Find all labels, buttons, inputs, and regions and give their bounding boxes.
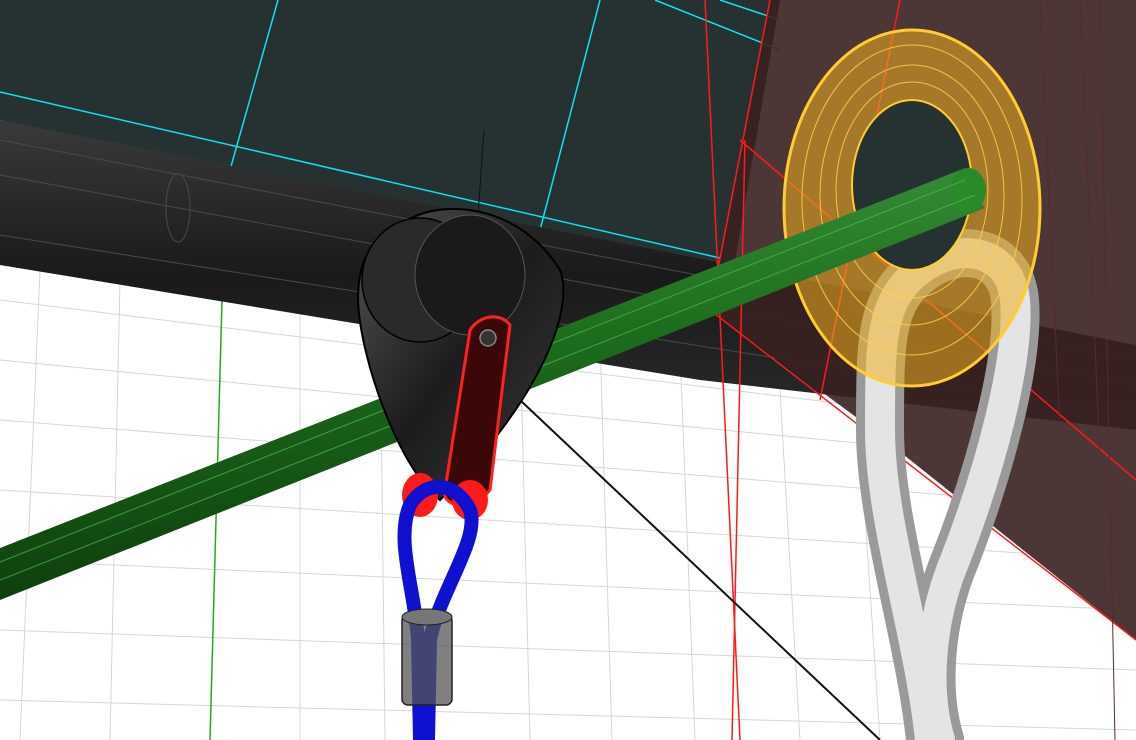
viewport-canvas[interactable]	[0, 0, 1136, 740]
pulley-block[interactable]	[356, 207, 565, 520]
black-cable	[519, 399, 881, 740]
green-axis-line	[209, 299, 223, 740]
pulley-axle	[479, 329, 497, 347]
3d-viewport[interactable]	[0, 0, 1136, 740]
sleeve	[401, 608, 453, 706]
